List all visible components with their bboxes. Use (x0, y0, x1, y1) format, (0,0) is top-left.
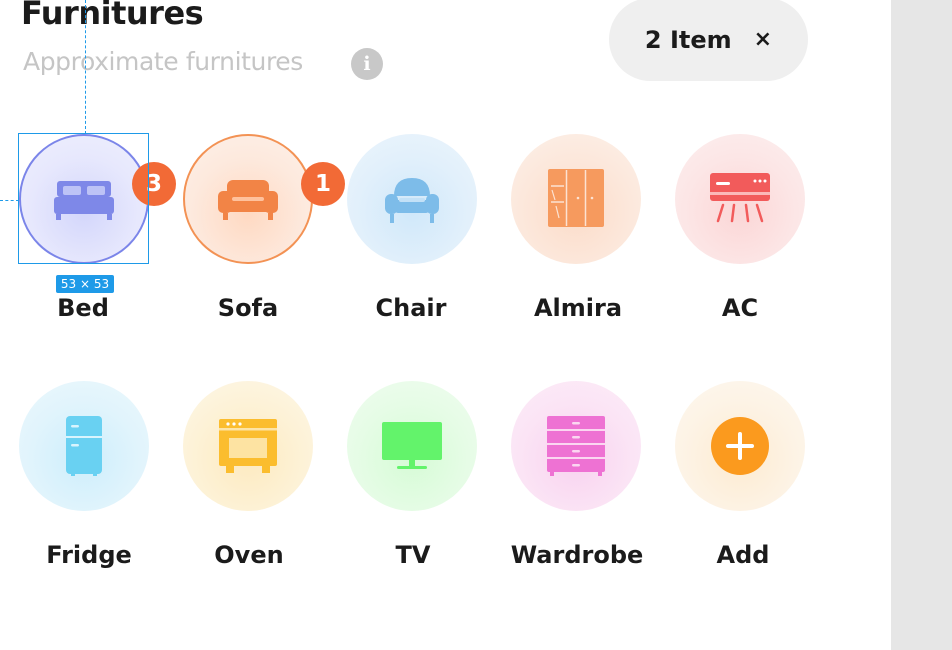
tv-icon (382, 422, 442, 469)
item-label-chair: Chair (375, 294, 447, 322)
tile-almira[interactable] (511, 134, 641, 264)
tile-add[interactable] (675, 381, 805, 511)
tile-oven[interactable] (183, 381, 313, 511)
item-label-almira: Almira (533, 294, 623, 322)
clear-selection-icon[interactable]: × (754, 27, 772, 52)
item-label-fridge: Fridge (46, 541, 132, 569)
almira-icon (548, 169, 604, 227)
vertical-guide (85, 0, 86, 134)
dimension-tag: 53 × 53 (56, 275, 114, 293)
item-label-sofa: Sofa (217, 294, 279, 322)
tile-wardrobe[interactable] (511, 381, 641, 511)
sofa-icon (218, 180, 278, 220)
tile-chair[interactable] (347, 134, 477, 264)
side-panel (891, 0, 952, 650)
plus-icon (711, 417, 769, 475)
item-label-wardrobe: Wardrobe (510, 541, 644, 569)
item-label-oven: Oven (214, 541, 284, 569)
fridge-icon (66, 416, 102, 476)
selected-count-label: 2 Item (644, 25, 732, 54)
info-icon[interactable]: i (351, 48, 383, 80)
selection-box (18, 133, 149, 264)
tile-ac[interactable] (675, 134, 805, 264)
armchair-icon (385, 178, 439, 223)
tile-fridge[interactable] (19, 381, 149, 511)
item-label-ac: AC (721, 294, 759, 322)
page-subtitle: Approximate furnitures (23, 47, 303, 76)
item-label-tv: TV (395, 541, 431, 569)
selected-items-chip[interactable]: 2 Item × (609, 0, 808, 81)
air-conditioner-icon (710, 173, 770, 223)
oven-icon (219, 419, 277, 473)
tile-sofa[interactable] (183, 134, 313, 264)
item-label-add: Add (716, 541, 770, 569)
tile-tv[interactable] (347, 381, 477, 511)
wardrobe-icon (547, 416, 605, 476)
sofa-count-badge: 1 (301, 162, 345, 206)
horizontal-guide (0, 200, 19, 201)
item-label-bed: Bed (57, 294, 109, 322)
page-title: Furnitures (21, 0, 204, 32)
